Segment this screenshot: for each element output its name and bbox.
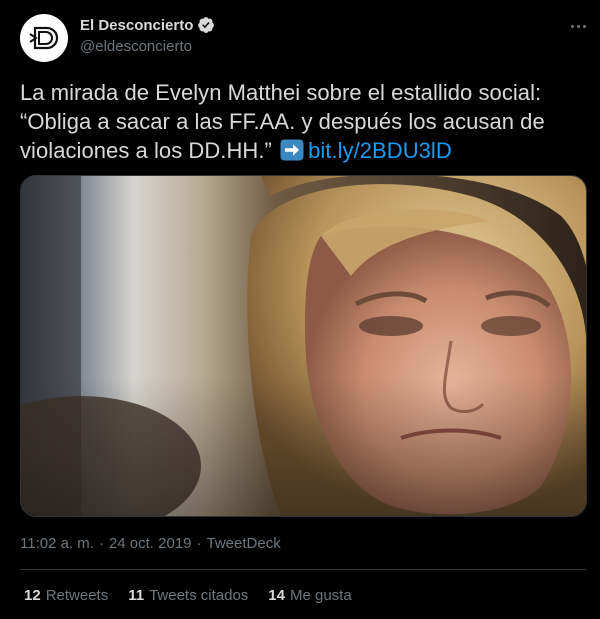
author-handle[interactable]: @eldesconcierto bbox=[80, 38, 192, 55]
tweet-source[interactable]: TweetDeck bbox=[207, 535, 281, 552]
tweet-media-photo[interactable] bbox=[20, 175, 587, 517]
tweet-container: El Desconcierto @eldesconcierto La mirad… bbox=[0, 0, 600, 619]
retweets-label: Retweets bbox=[45, 587, 109, 604]
quote-tweets-label: Tweets citados bbox=[149, 587, 249, 604]
avatar[interactable] bbox=[20, 14, 68, 62]
more-options-button[interactable] bbox=[566, 16, 590, 36]
quote-tweets-count: 11 bbox=[128, 587, 145, 604]
meta-separator: · bbox=[98, 535, 104, 552]
quote-tweets-stat[interactable]: 11 Tweets citados bbox=[128, 587, 248, 604]
verified-badge-icon bbox=[197, 16, 215, 34]
likes-label: Me gusta bbox=[289, 587, 352, 604]
likes-stat[interactable]: 14 Me gusta bbox=[268, 587, 351, 604]
divider bbox=[20, 569, 586, 570]
more-dot-icon bbox=[576, 24, 580, 28]
tweet-time[interactable]: 11:02 a. m. bbox=[20, 535, 94, 552]
tweet-meta: 11:02 a. m. · 24 oct. 2019 · TweetDeck bbox=[20, 535, 281, 552]
likes-count: 14 bbox=[268, 587, 285, 604]
author-display-name[interactable]: El Desconcierto bbox=[80, 17, 193, 34]
more-dot-icon bbox=[570, 24, 574, 28]
meta-separator: · bbox=[196, 535, 202, 552]
author-name-row: El Desconcierto bbox=[80, 16, 215, 34]
tweet-link[interactable]: bit.ly/2BDU3lD bbox=[308, 138, 452, 163]
more-dot-icon bbox=[582, 24, 586, 28]
retweets-count: 12 bbox=[24, 587, 41, 604]
right-arrow-emoji-icon bbox=[280, 139, 304, 161]
tweet-text: La mirada de Evelyn Matthei sobre el est… bbox=[20, 78, 586, 165]
tweet-stats: 12 Retweets 11 Tweets citados 14 Me gust… bbox=[24, 587, 352, 604]
retweets-stat[interactable]: 12 Retweets bbox=[24, 587, 108, 604]
tweet-date[interactable]: 24 oct. 2019 bbox=[109, 535, 192, 552]
el-desconcierto-logo-icon bbox=[29, 26, 59, 50]
photo-of-woman-close-up-icon bbox=[21, 176, 586, 516]
